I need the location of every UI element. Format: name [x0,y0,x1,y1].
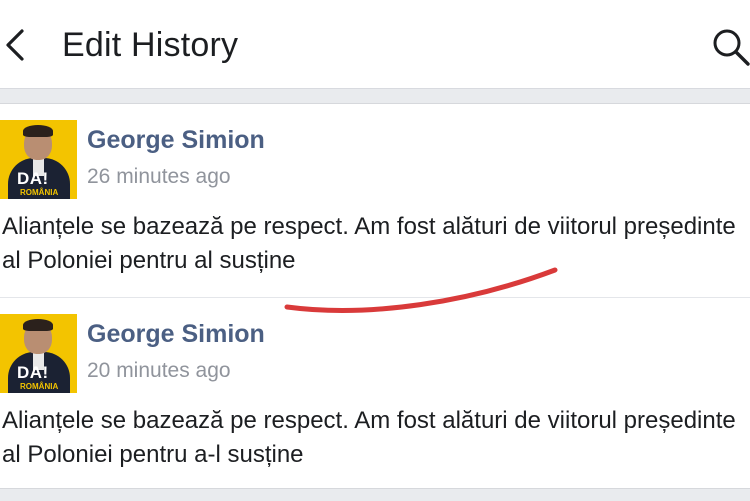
timestamp: 20 minutes ago [87,359,231,382]
avatar[interactable]: DA! ROMÂNIA [0,314,77,393]
avatar-badge-country: ROMÂNIA [20,382,59,391]
author-name[interactable]: George Simion [87,125,265,155]
search-icon [713,29,750,66]
avatar-badge-country: ROMÂNIA [20,188,59,197]
revision-item: DA! ROMÂNIA George Simion 20 minutes ago… [0,297,750,489]
back-button[interactable] [0,20,40,70]
search-button[interactable] [706,22,750,72]
revision-item: DA! ROMÂNIA George Simion 26 minutes ago… [0,104,750,296]
avatar[interactable]: DA! ROMÂNIA [0,120,77,199]
author-name[interactable]: George Simion [87,319,265,349]
avatar-badge: DA! [17,169,49,188]
section-divider [0,488,750,501]
revision-text: Alianțele se bazează pe respect. Am fost… [2,407,736,468]
page-title: Edit History [62,26,239,64]
chevron-left-icon [6,29,24,61]
avatar-badge: DA! [17,363,49,382]
top-bar: Edit History [0,0,750,89]
section-divider [0,89,750,104]
timestamp: 26 minutes ago [87,165,231,188]
revision-text: Alianțele se bazează pe respect. Am fost… [2,213,736,274]
